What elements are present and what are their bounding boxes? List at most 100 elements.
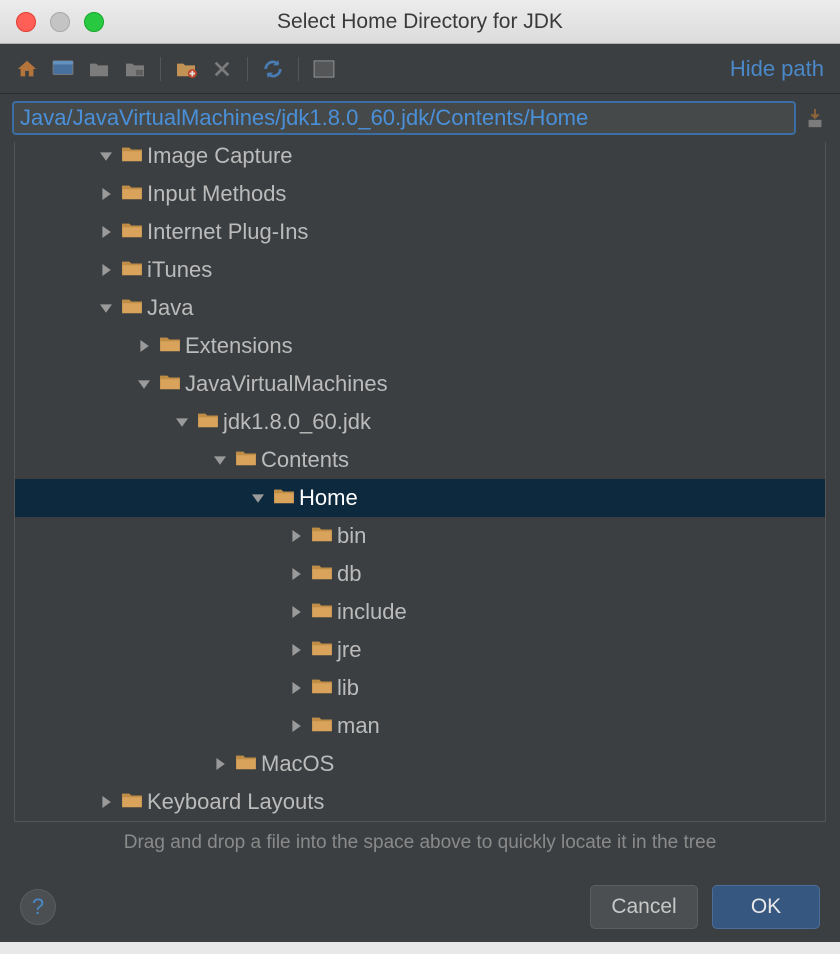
tree-item-label: Input Methods [147, 181, 286, 207]
tree-item-label: Contents [261, 447, 349, 473]
tree-row[interactable]: lib [15, 669, 825, 707]
new-folder-icon[interactable] [175, 58, 197, 80]
folder-icon [311, 523, 337, 549]
file-tree: Image Capture Input Methods Internet Plug-… [14, 142, 826, 822]
tree-row[interactable]: MacOS [15, 745, 825, 783]
chevron-right-icon[interactable] [287, 603, 305, 621]
chevron-down-icon[interactable] [97, 299, 115, 317]
chevron-right-icon[interactable] [287, 565, 305, 583]
help-button[interactable]: ? [20, 889, 56, 925]
tree-item-label: db [337, 561, 361, 587]
drop-hint: Drag and drop a file into the space abov… [0, 822, 840, 872]
folder-icon [235, 447, 261, 473]
folder-icon [273, 485, 299, 511]
toolbar: Hide path [0, 44, 840, 94]
window-title: Select Home Directory for JDK [0, 10, 840, 34]
chevron-down-icon[interactable] [135, 375, 153, 393]
tree-row[interactable]: Input Methods [15, 175, 825, 213]
tree-row[interactable]: include [15, 593, 825, 631]
cancel-button[interactable]: Cancel [590, 885, 698, 929]
tree-row[interactable]: Image Capture [15, 142, 825, 175]
project-icon[interactable] [88, 58, 110, 80]
folder-icon [311, 561, 337, 587]
tree-row[interactable]: db [15, 555, 825, 593]
path-input[interactable] [12, 101, 796, 135]
folder-icon [197, 409, 223, 435]
folder-icon [121, 789, 147, 815]
tree-item-label: Internet Plug-Ins [147, 219, 308, 245]
show-hidden-icon[interactable] [313, 58, 335, 80]
tree-item-label: iTunes [147, 257, 212, 283]
ok-button[interactable]: OK [712, 885, 820, 929]
folder-icon [159, 333, 185, 359]
tree-row[interactable]: Keyboard Layouts [15, 783, 825, 821]
chevron-right-icon[interactable] [97, 223, 115, 241]
chevron-down-icon[interactable] [249, 489, 267, 507]
chevron-right-icon[interactable] [97, 185, 115, 203]
chevron-right-icon[interactable] [287, 679, 305, 697]
chevron-right-icon[interactable] [287, 527, 305, 545]
tree-item-label: bin [337, 523, 366, 549]
title-bar: Select Home Directory for JDK [0, 0, 840, 44]
tree-item-label: Home [299, 485, 358, 511]
tree-row[interactable]: Internet Plug-Ins [15, 213, 825, 251]
chevron-right-icon[interactable] [97, 261, 115, 279]
folder-icon [311, 599, 337, 625]
folder-icon [235, 751, 261, 777]
folder-icon [311, 675, 337, 701]
module-icon[interactable] [124, 58, 146, 80]
tree-row[interactable]: Extensions [15, 327, 825, 365]
folder-icon [121, 181, 147, 207]
chevron-down-icon[interactable] [211, 451, 229, 469]
chevron-right-icon[interactable] [211, 755, 229, 773]
tree-row[interactable]: Contents [15, 441, 825, 479]
tree-row[interactable]: jre [15, 631, 825, 669]
window-close-button[interactable] [16, 12, 36, 32]
folder-icon [311, 637, 337, 663]
chevron-down-icon[interactable] [97, 147, 115, 165]
tree-row[interactable]: man [15, 707, 825, 745]
button-bar: ? Cancel OK [0, 872, 840, 942]
tree-row[interactable]: iTunes [15, 251, 825, 289]
desktop-icon[interactable] [52, 58, 74, 80]
folder-icon [121, 257, 147, 283]
tree-row[interactable]: bin [15, 517, 825, 555]
folder-icon [121, 295, 147, 321]
tree-item-label: MacOS [261, 751, 334, 777]
toolbar-separator [247, 57, 248, 81]
toolbar-separator [160, 57, 161, 81]
folder-icon [159, 371, 185, 397]
tree-item-label: include [337, 599, 407, 625]
traffic-lights [0, 12, 104, 32]
tree-item-label: jre [337, 637, 361, 663]
path-bar [0, 94, 840, 142]
tree-item-label: jdk1.8.0_60.jdk [223, 409, 371, 435]
accept-path-icon[interactable] [804, 107, 826, 129]
chevron-right-icon[interactable] [287, 641, 305, 659]
window-maximize-button[interactable] [84, 12, 104, 32]
tree-item-label: Image Capture [147, 143, 293, 169]
toolbar-separator [298, 57, 299, 81]
tree-scroll[interactable]: Image Capture Input Methods Internet Plug-… [0, 142, 840, 822]
delete-icon[interactable] [211, 58, 233, 80]
tree-row[interactable]: Home [15, 479, 825, 517]
tree-item-label: Keyboard Layouts [147, 789, 324, 815]
tree-item-label: JavaVirtualMachines [185, 371, 388, 397]
window-minimize-button[interactable] [50, 12, 70, 32]
chevron-down-icon[interactable] [173, 413, 191, 431]
tree-item-label: lib [337, 675, 359, 701]
tree-row[interactable]: JavaVirtualMachines [15, 365, 825, 403]
home-icon[interactable] [16, 58, 38, 80]
folder-icon [311, 713, 337, 739]
tree-item-label: man [337, 713, 380, 739]
chevron-right-icon[interactable] [287, 717, 305, 735]
tree-row[interactable]: jdk1.8.0_60.jdk [15, 403, 825, 441]
chevron-right-icon[interactable] [97, 793, 115, 811]
tree-row[interactable]: Java [15, 289, 825, 327]
hide-path-link[interactable]: Hide path [730, 56, 824, 82]
tree-item-label: Extensions [185, 333, 293, 359]
chevron-right-icon[interactable] [135, 337, 153, 355]
folder-icon [121, 143, 147, 169]
folder-icon [121, 219, 147, 245]
refresh-icon[interactable] [262, 58, 284, 80]
